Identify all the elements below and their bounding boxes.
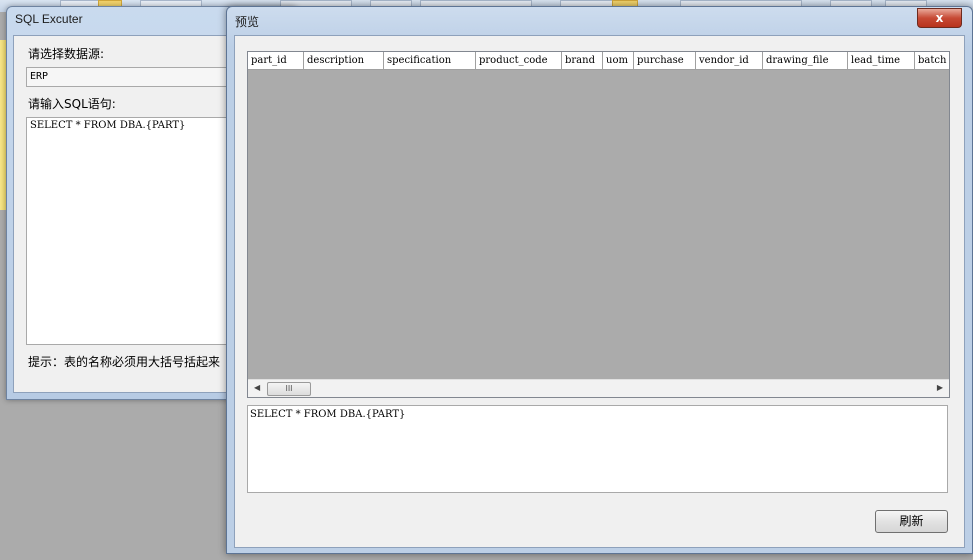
column-header-description[interactable]: description — [304, 52, 384, 70]
column-header-product-code[interactable]: product_code — [476, 52, 562, 70]
column-header-vendor-id[interactable]: vendor_id — [696, 52, 763, 70]
datasource-label: 请选择数据源: — [28, 47, 105, 61]
column-header-brand[interactable]: brand — [562, 52, 603, 70]
column-header-lead-time[interactable]: lead_time — [848, 52, 915, 70]
close-button[interactable]: x — [917, 8, 962, 28]
scroll-right-arrow-icon[interactable]: ▶ — [937, 383, 943, 392]
column-header-drawing-file[interactable]: drawing_file — [763, 52, 848, 70]
close-icon: x — [935, 11, 944, 25]
scrollbar-thumb[interactable]: III — [267, 382, 311, 396]
refresh-button[interactable]: 刷新 — [875, 510, 948, 533]
hint-text: 提示：表的名称必须用大括号括起来 — [28, 355, 221, 369]
data-grid[interactable]: part_id description specification produc… — [247, 51, 950, 398]
preview-window[interactable]: 预览 x part_id description specification p… — [226, 6, 973, 554]
sql-label: 请输入SQL语句: — [28, 97, 116, 111]
scroll-left-arrow-icon[interactable]: ◀ — [254, 383, 260, 392]
window-title: SQL Excuter — [15, 12, 83, 26]
column-header-batch[interactable]: batch — [915, 52, 949, 70]
column-header-purchase[interactable]: purchase — [634, 52, 696, 70]
preview-sql-text[interactable]: SELECT * FROM DBA.{PART} — [247, 405, 948, 493]
preview-client: part_id description specification produc… — [234, 35, 965, 548]
column-header-specification[interactable]: specification — [384, 52, 476, 70]
column-header-part-id[interactable]: part_id — [248, 52, 304, 70]
grid-header: part_id description specification produc… — [248, 52, 949, 71]
horizontal-scrollbar[interactable]: ◀ III ▶ — [248, 379, 949, 397]
window-title: 预览 — [235, 15, 260, 29]
column-header-uom[interactable]: uom — [603, 52, 634, 70]
